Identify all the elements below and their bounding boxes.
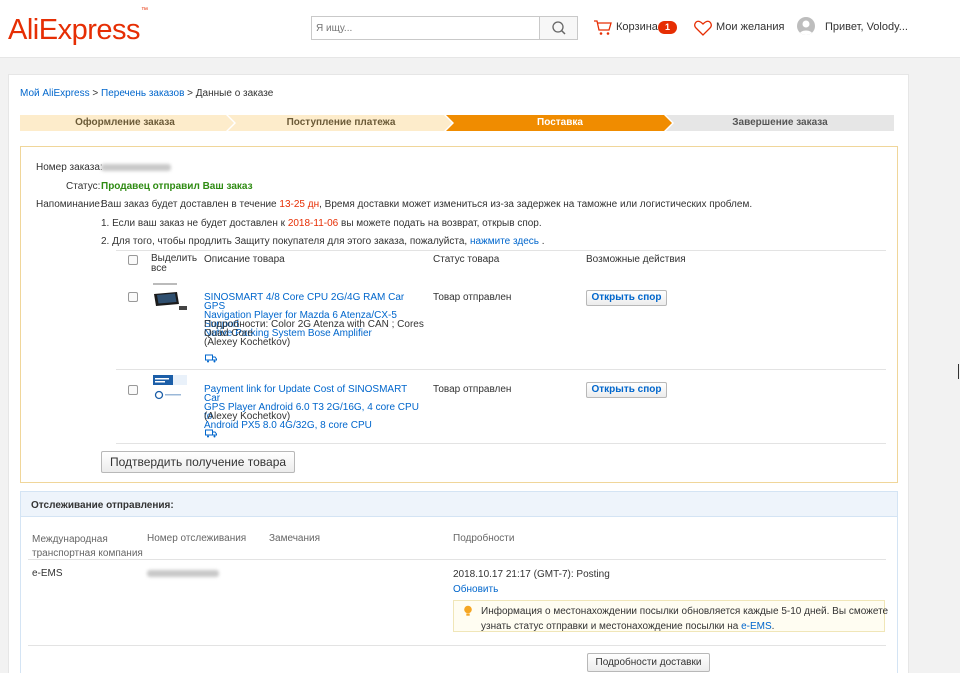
step-order-placement: Оформление заказа <box>75 117 175 128</box>
payment-link-image <box>151 373 191 407</box>
note-2-suffix: . <box>538 236 545 247</box>
product-detail-line: (Alexey Kochetkov) <box>204 337 291 348</box>
cart-label: Корзина <box>616 21 658 33</box>
select-all-label: Выделить все <box>151 254 197 274</box>
tracking-event: 2018.10.17 21:17 (GMT-7): Posting <box>453 569 610 580</box>
column-remarks: Замечания <box>269 533 321 544</box>
step-completion: Завершение заказа <box>732 117 828 128</box>
breadcrumb-current: Данные о заказе <box>195 88 274 99</box>
reminder-prefix: Ваш заказ будет доставлен в течение <box>101 199 280 210</box>
column-description: Описание товара <box>204 254 285 265</box>
cart-icon <box>594 20 612 35</box>
open-dispute-button[interactable]: Открыть спор <box>586 290 667 306</box>
note-2-prefix: 2. Для того, чтобы продлить Защиту покуп… <box>101 236 470 247</box>
tracking-info-line-1: Информация о местонахождении посылки обн… <box>481 606 889 617</box>
product-title-line: Payment link for Update Cost of SINOSMAR… <box>204 384 408 404</box>
aliexpress-logo[interactable]: AliExpress™ <box>8 7 148 47</box>
order-number-label: Номер заказа: <box>36 162 103 173</box>
divider <box>28 645 886 646</box>
select-all-checkbox[interactable] <box>128 255 138 265</box>
column-carrier-line-2: транспортная компания <box>32 548 143 559</box>
dispute-date: 2018-11-06 <box>287 218 339 229</box>
product-detail-line: (Alexey Kochetkov) <box>204 411 291 422</box>
reminder-text: Ваш заказ будет доставлен в течение 13-2… <box>101 199 752 210</box>
delivery-days: 13-25 дн <box>279 199 320 210</box>
select-all-line-2: все <box>151 263 167 274</box>
truck-icon[interactable] <box>205 354 217 363</box>
logo-text: AliExpress <box>8 14 141 46</box>
user-icon <box>799 20 813 35</box>
open-dispute-button[interactable]: Открыть спор <box>586 382 667 398</box>
column-status: Статус товара <box>433 254 500 265</box>
product-details: (Alexey Kochetkov) <box>204 411 424 422</box>
column-carrier: Международная транспортная компания <box>32 533 143 561</box>
item-checkbox[interactable] <box>128 292 138 302</box>
breadcrumb-orders[interactable]: Перечень заказов <box>101 88 184 99</box>
product-details: Подробности: Color 2G Atenza with CAN ; … <box>204 320 424 348</box>
tracking-info-line-2: узнать статус отправки и местонахождение… <box>481 621 742 632</box>
avatar <box>797 17 815 35</box>
divider <box>116 250 886 251</box>
delivery-details-button[interactable]: Подробности доставки <box>587 653 710 672</box>
scrollbar-edge[interactable] <box>958 364 959 379</box>
product-title-link[interactable]: Payment link for Update Cost of SINOSMAR… <box>204 384 424 431</box>
note-1-suffix: вы можете подать на возврат, открыв спор… <box>338 218 542 229</box>
status-label: Статус: <box>66 181 101 192</box>
reminder-label: Напоминание: <box>36 199 103 210</box>
refresh-link[interactable]: Обновить <box>453 584 498 595</box>
note-2: 2. Для того, чтобы продлить Защиту покуп… <box>101 236 545 247</box>
breadcrumb: Мой AliExpress > Перечень заказов > Данн… <box>20 88 273 99</box>
search-icon <box>552 21 566 35</box>
search-input[interactable] <box>312 17 540 39</box>
carrier-name: e-EMS <box>32 568 63 579</box>
tracking-info-note: Информация о местонахождении посылки обн… <box>453 600 888 634</box>
tracking-info-suffix: . <box>771 621 775 632</box>
column-details: Подробности <box>453 533 515 544</box>
order-number-value-blurred <box>101 164 171 171</box>
item-status: Товар отправлен <box>433 384 512 395</box>
breadcrumb-separator: > <box>184 88 196 99</box>
search-button[interactable] <box>539 17 577 39</box>
status-value: Продавец отправил Ваш заказ <box>101 181 253 192</box>
heart-icon <box>694 20 712 36</box>
product-thumbnail[interactable] <box>151 282 191 316</box>
breadcrumb-my-aliexpress[interactable]: Мой AliExpress <box>20 88 90 99</box>
product-title-line: SINOSMART 4/8 Core CPU 2G/4G RAM Car GPS <box>204 292 405 312</box>
product-thumbnail[interactable] <box>151 373 191 407</box>
step-shipping: Поставка <box>537 117 583 128</box>
note-1: 1. Если ваш заказ не будет доставлен к 2… <box>101 218 542 229</box>
tracking-number-blurred <box>147 570 219 577</box>
tracking-title: Отслеживание отправления: <box>21 492 897 517</box>
user-greeting: Привет, Volody... <box>825 21 908 33</box>
breadcrumb-separator: > <box>89 88 102 99</box>
extend-protection-link[interactable]: нажмите здесь <box>470 236 539 247</box>
cart-count-badge: 1 <box>658 21 677 34</box>
top-header: AliExpress™ Корзина 1 Мои желания Привет… <box>0 0 960 58</box>
reminder-suffix: , Время доставки может измениться из-за … <box>319 199 753 210</box>
column-actions: Возможные действия <box>586 254 686 265</box>
product-title-line: Android PX5 8.0 4G/32G, 8 core CPU <box>204 420 372 431</box>
truck-icon[interactable] <box>205 429 217 438</box>
tracking-info-text: Информация о местонахождении посылки обн… <box>481 604 888 634</box>
confirm-receipt-button[interactable]: Подтвердить получение товара <box>101 451 295 473</box>
note-1-prefix: 1. Если ваш заказ не будет доставлен к <box>101 218 288 229</box>
search-box <box>311 16 578 40</box>
item-checkbox[interactable] <box>128 385 138 395</box>
logo-trademark: ™ <box>141 7 148 15</box>
column-tracking-number: Номер отслеживания <box>147 533 247 544</box>
divider <box>116 369 886 370</box>
divider <box>116 443 886 444</box>
order-progress-steps: Оформление заказа Поступление платежа По… <box>20 115 894 131</box>
wishlist-label: Мои желания <box>716 21 785 33</box>
column-carrier-line-1: Международная <box>32 534 108 545</box>
e-ems-link[interactable]: e-EMS <box>741 621 772 632</box>
divider <box>28 559 886 560</box>
step-payment: Поступление платежа <box>286 117 396 128</box>
lightbulb-icon <box>464 605 472 616</box>
car-gps-player-image <box>151 282 191 316</box>
item-status: Товар отправлен <box>433 292 512 303</box>
